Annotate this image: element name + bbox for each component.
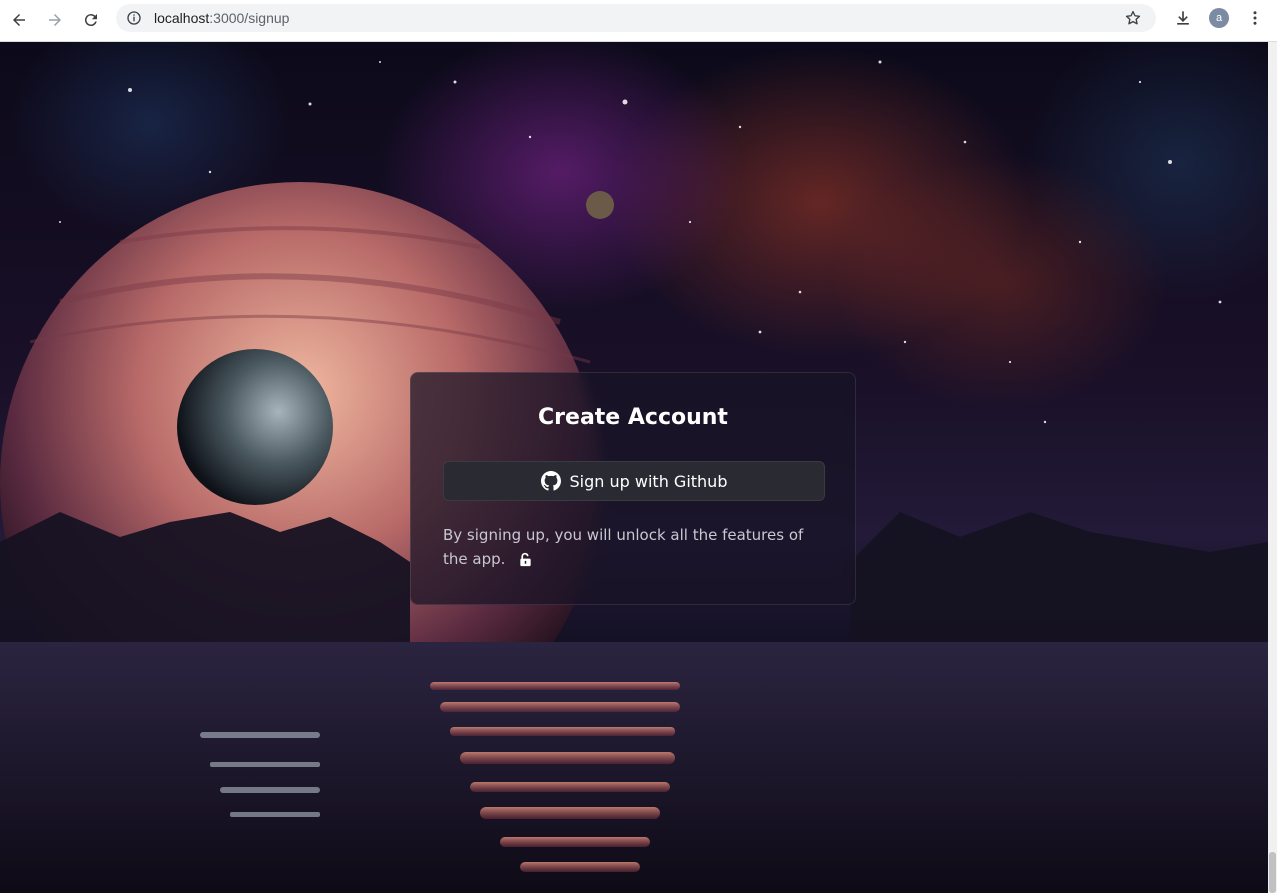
scrollbar-thumb[interactable] <box>1269 852 1276 893</box>
page-scrollbar[interactable] <box>1268 42 1277 893</box>
back-button[interactable] <box>4 5 34 35</box>
download-button[interactable] <box>1171 6 1195 30</box>
kebab-menu-icon <box>1253 11 1257 25</box>
signup-card: Create Account Sign up with Github By si… <box>410 372 856 605</box>
bookmark-star-icon[interactable] <box>1124 9 1142 27</box>
signup-note-text: By signing up, you will unlock all the f… <box>443 526 804 568</box>
github-icon <box>540 471 561 491</box>
site-info-icon[interactable] <box>126 10 142 26</box>
browser-toolbar: localhost:3000/signup a <box>0 0 1277 42</box>
github-signup-button[interactable]: Sign up with Github <box>443 461 825 501</box>
menu-button[interactable] <box>1243 6 1267 30</box>
address-bar[interactable]: localhost:3000/signup <box>116 4 1156 32</box>
page-title: Create Account <box>538 405 728 430</box>
signup-note: By signing up, you will unlock all the f… <box>443 523 825 571</box>
reload-icon <box>84 14 97 27</box>
avatar: a <box>1209 8 1229 28</box>
github-signup-label: Sign up with Github <box>569 471 728 491</box>
back-arrow-icon <box>13 14 25 26</box>
reload-button[interactable] <box>76 5 106 35</box>
url-text: localhost:3000/signup <box>154 10 290 26</box>
space-background: Create Account Sign up with Github By si… <box>0 42 1268 893</box>
forward-button[interactable] <box>40 5 70 35</box>
download-icon <box>1177 11 1189 25</box>
profile-button[interactable]: a <box>1207 6 1231 30</box>
forward-arrow-icon <box>49 14 61 26</box>
unlock-icon <box>520 552 531 567</box>
